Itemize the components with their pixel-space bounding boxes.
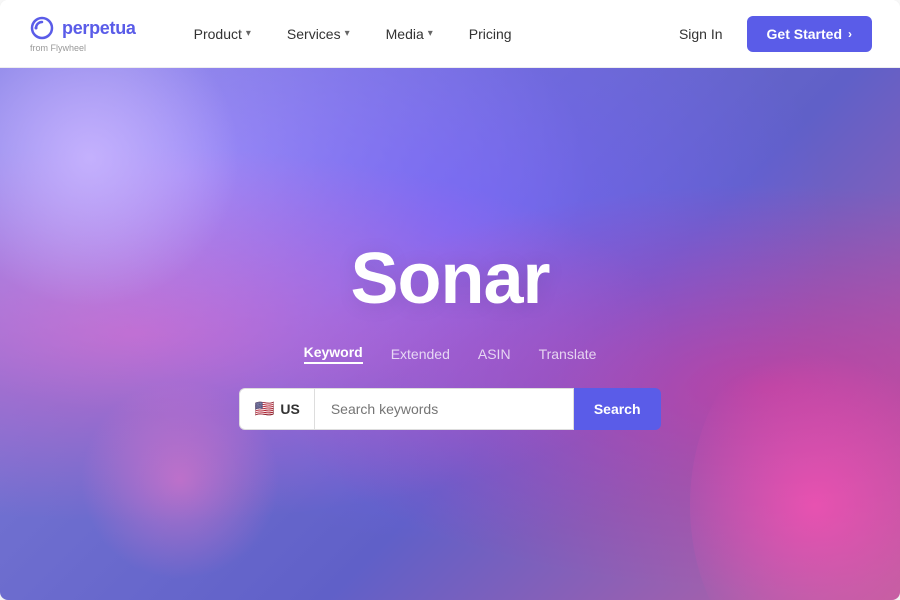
tab-asin[interactable]: ASIN: [478, 346, 511, 362]
nav-links: Product ▾ Services ▾ Media ▾ Pricing: [176, 18, 667, 50]
nav-item-media[interactable]: Media ▾: [368, 18, 451, 50]
nav-item-pricing-label: Pricing: [469, 26, 512, 42]
nav-item-services-label: Services: [287, 26, 341, 42]
tab-translate[interactable]: Translate: [539, 346, 597, 362]
nav-item-media-label: Media: [386, 26, 424, 42]
get-started-label: Get Started: [767, 26, 842, 42]
hero-title: Sonar: [350, 238, 549, 320]
nav-item-product-label: Product: [194, 26, 242, 42]
logo-area[interactable]: perpetua from Flywheel: [28, 14, 136, 53]
chevron-down-icon: ▾: [246, 28, 251, 39]
chevron-down-icon: ▾: [345, 28, 350, 39]
page-wrapper: perpetua from Flywheel Product ▾ Service…: [0, 0, 900, 600]
chevron-down-icon: ▾: [428, 28, 433, 39]
search-input[interactable]: [314, 388, 574, 430]
logo-text: perpetua: [62, 18, 136, 39]
search-bar: 🇺🇸 US Search: [239, 388, 660, 430]
nav-item-product[interactable]: Product ▾: [176, 18, 269, 50]
logo-icon: perpetua: [28, 14, 136, 42]
tab-extended[interactable]: Extended: [391, 346, 450, 362]
country-selector[interactable]: 🇺🇸 US: [239, 388, 313, 430]
search-button[interactable]: Search: [574, 388, 661, 430]
country-code: US: [280, 401, 299, 417]
hero-section: Sonar Keyword Extended ASIN Translate 🇺🇸…: [0, 68, 900, 600]
navbar: perpetua from Flywheel Product ▾ Service…: [0, 0, 900, 68]
logo-sub: from Flywheel: [30, 43, 86, 53]
search-tabs: Keyword Extended ASIN Translate: [304, 344, 597, 364]
tab-keyword[interactable]: Keyword: [304, 344, 363, 364]
nav-item-services[interactable]: Services ▾: [269, 18, 368, 50]
arrow-right-icon: ›: [848, 27, 852, 41]
hero-content: Sonar Keyword Extended ASIN Translate 🇺🇸…: [239, 238, 660, 430]
logo-symbol-icon: [28, 14, 56, 42]
get-started-button[interactable]: Get Started ›: [747, 16, 872, 52]
nav-item-pricing[interactable]: Pricing: [451, 18, 530, 50]
flag-icon: 🇺🇸: [254, 399, 274, 419]
nav-right: Sign In Get Started ›: [667, 16, 872, 52]
sign-in-button[interactable]: Sign In: [667, 18, 735, 50]
